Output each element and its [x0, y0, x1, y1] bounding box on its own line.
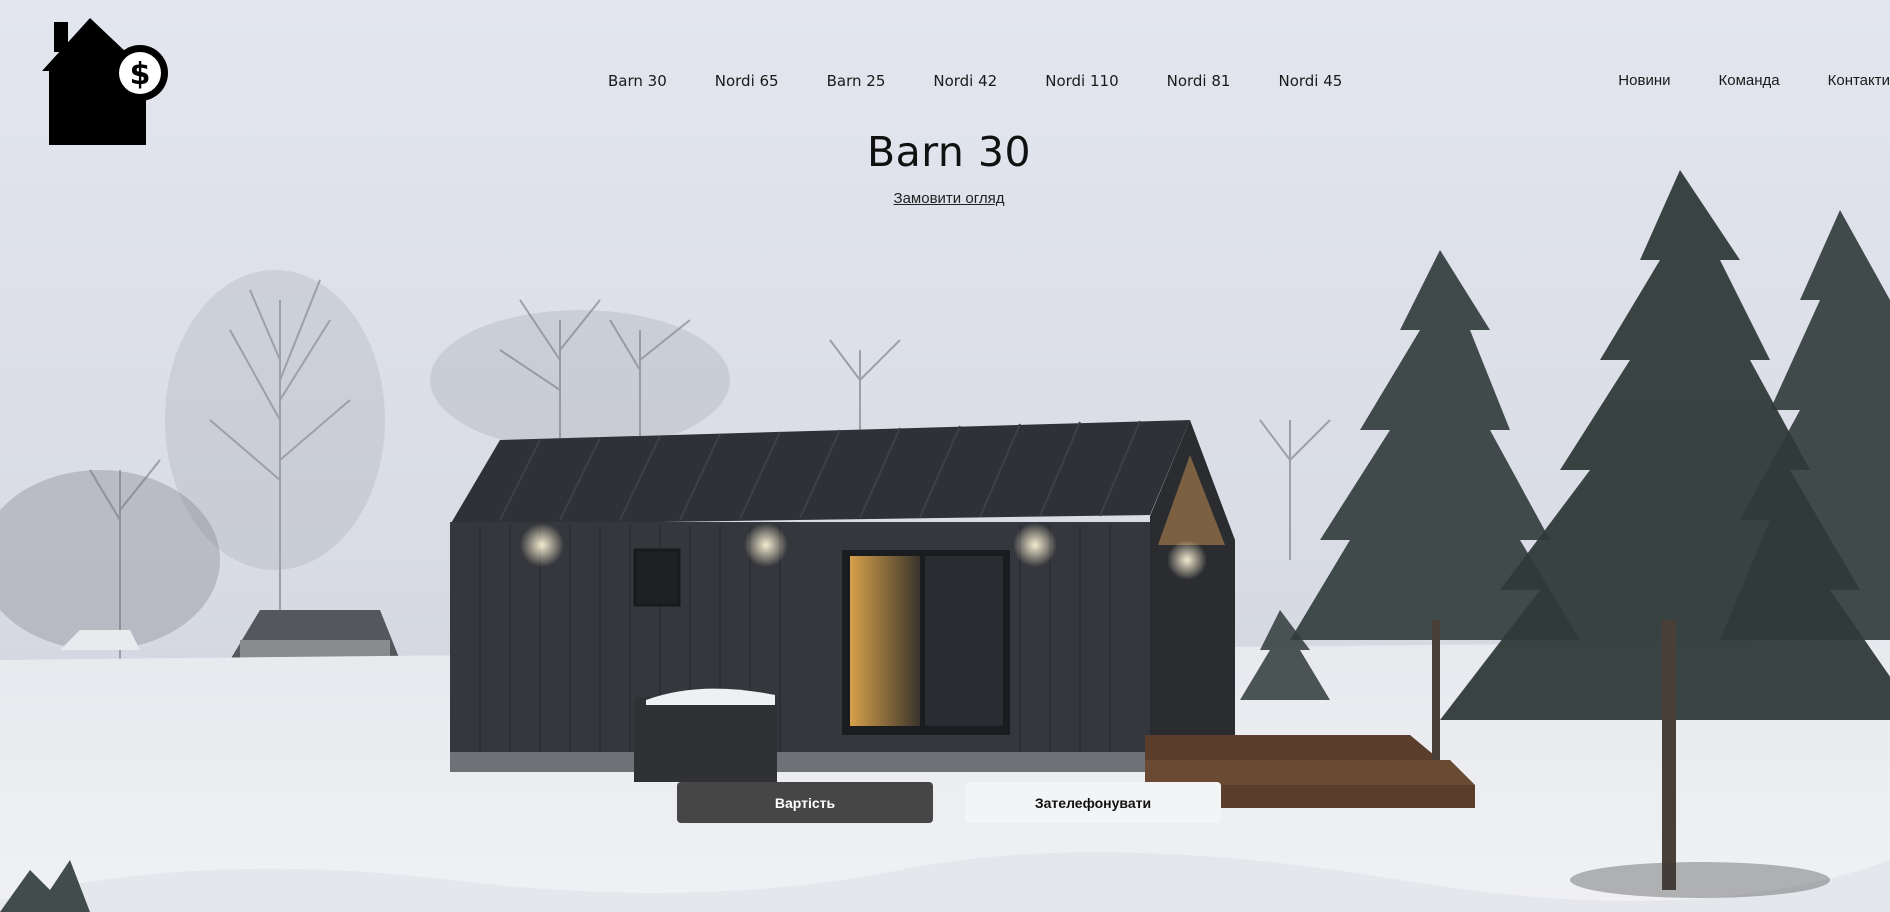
nav-link-contacts[interactable]: Контакти [1828, 72, 1890, 89]
top-navigation: Barn 30 Nordi 65 Barn 25 Nordi 42 Nordi … [0, 72, 1890, 92]
model-links: Barn 30 Nordi 65 Barn 25 Nordi 42 Nordi … [608, 72, 1342, 90]
nav-link-nordi-65[interactable]: Nordi 65 [715, 72, 779, 90]
call-button[interactable]: Зателефонувати [965, 782, 1221, 823]
nav-link-team[interactable]: Команда [1718, 72, 1779, 89]
nav-link-nordi-42[interactable]: Nordi 42 [933, 72, 997, 90]
secondary-links: Новини Команда Контакти [1570, 72, 1890, 89]
nav-link-news[interactable]: Новини [1618, 72, 1670, 89]
page-title: Barn 30 [866, 128, 1032, 176]
nav-link-nordi-81[interactable]: Nordi 81 [1167, 72, 1231, 90]
nav-link-barn-25[interactable]: Barn 25 [827, 72, 886, 90]
order-viewing-link[interactable]: Замовити огляд [894, 190, 1005, 207]
nav-link-nordi-45[interactable]: Nordi 45 [1278, 72, 1342, 90]
nav-link-barn-30[interactable]: Barn 30 [608, 72, 667, 90]
nav-link-nordi-110[interactable]: Nordi 110 [1045, 72, 1118, 90]
price-button[interactable]: Вартість [677, 782, 933, 823]
hero-heading: Barn 30 Замовити огляд [0, 128, 1890, 208]
